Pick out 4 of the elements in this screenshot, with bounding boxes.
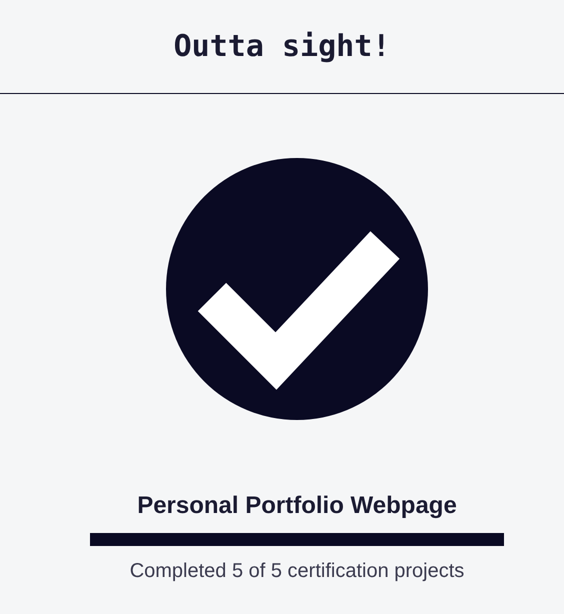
progress-summary: Completed 5 of 5 certification projects — [130, 559, 464, 584]
project-title: Personal Portfolio Webpage — [137, 491, 457, 521]
page-title: Outta sight! — [174, 28, 390, 66]
checkmark-icon — [165, 157, 429, 421]
